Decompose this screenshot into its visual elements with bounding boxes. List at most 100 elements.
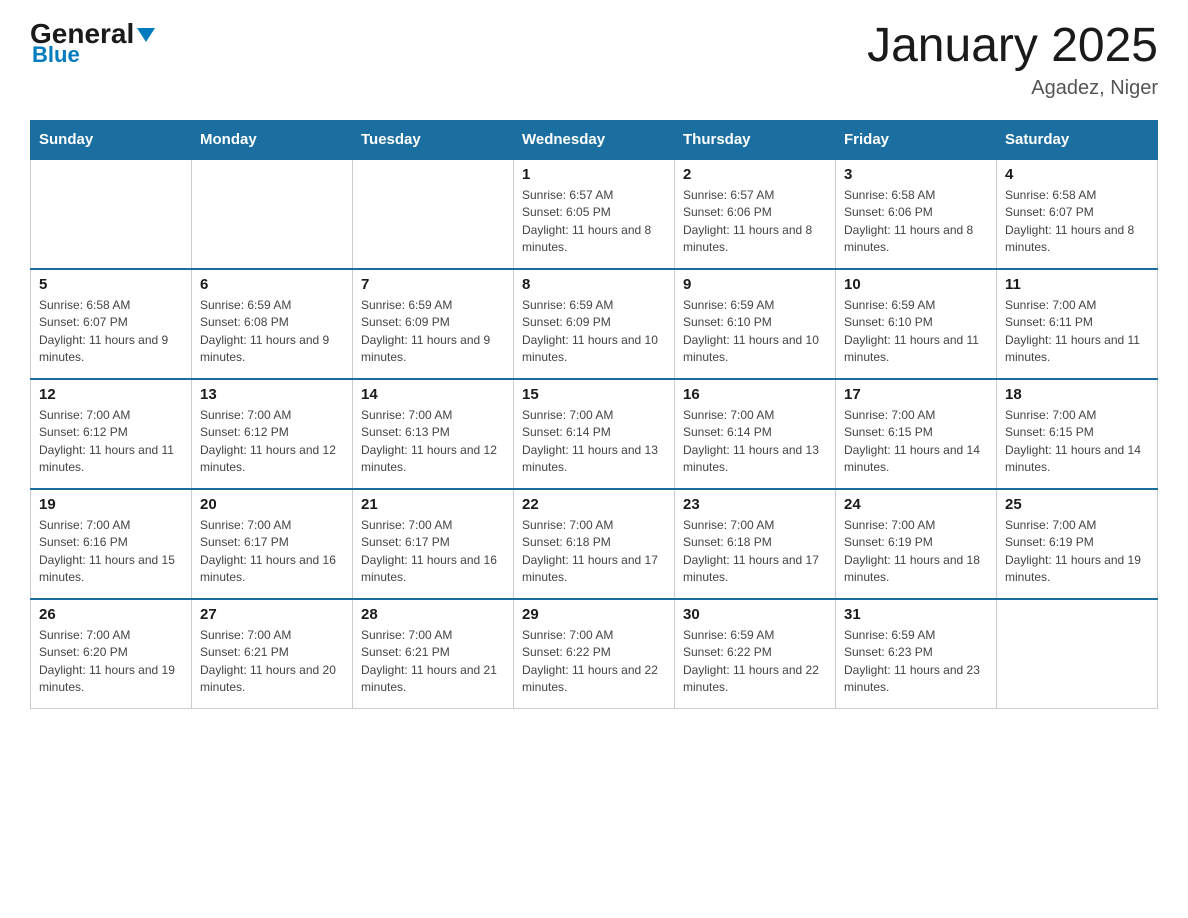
day-cell: 15Sunrise: 7:00 AMSunset: 6:14 PMDayligh… bbox=[514, 379, 675, 489]
day-cell: 6 Sunrise: 6:59 AMSunset: 6:08 PMDaylight… bbox=[192, 269, 353, 379]
day-cell: 25 Sunrise: 7:00 AMSunset: 6:19 PMDayligh… bbox=[997, 489, 1158, 599]
day-cell: 28 Sunrise: 7:00 AMSunset: 6:21 PMDayligh… bbox=[353, 599, 514, 709]
day-info: Sunrise: 7:00 AMSunset: 6:14 PMDaylight:… bbox=[683, 407, 827, 477]
day-info: Sunrise: 7:00 AMSunset: 6:15 PMDaylight:… bbox=[844, 407, 988, 477]
day-number: 26 bbox=[39, 606, 183, 623]
day-info: Sunrise: 7:00 AMSunset: 6:21 PMDaylight:… bbox=[200, 627, 344, 697]
day-cell: 3 Sunrise: 6:58 AMSunset: 6:06 PMDaylight… bbox=[836, 159, 997, 269]
day-info: Sunrise: 7:00 AMSunset: 6:19 PMDaylight:… bbox=[844, 517, 988, 587]
day-cell: 21 Sunrise: 7:00 AMSunset: 6:17 PMDayligh… bbox=[353, 489, 514, 599]
day-info: Sunrise: 6:59 AMSunset: 6:10 PMDaylight:… bbox=[683, 297, 827, 367]
day-number: 1 bbox=[522, 166, 666, 183]
day-cell: 19 Sunrise: 7:00 AMSunset: 6:16 PMDayligh… bbox=[31, 489, 192, 599]
day-number: 21 bbox=[361, 496, 505, 513]
title-block: January 2025 Agadez, Niger bbox=[867, 20, 1158, 100]
weekday-header-row: SundayMondayTuesdayWednesdayThursdayFrid… bbox=[31, 120, 1158, 159]
day-number: 12 bbox=[39, 386, 183, 403]
day-cell: 9 Sunrise: 6:59 AMSunset: 6:10 PMDaylight… bbox=[675, 269, 836, 379]
day-cell bbox=[192, 159, 353, 269]
day-info: Sunrise: 6:59 AMSunset: 6:08 PMDaylight:… bbox=[200, 297, 344, 367]
day-info: Sunrise: 7:00 AMSunset: 6:18 PMDaylight:… bbox=[683, 517, 827, 587]
day-info: Sunrise: 6:59 AMSunset: 6:22 PMDaylight:… bbox=[683, 627, 827, 697]
day-number: 24 bbox=[844, 496, 988, 513]
day-cell: 31 Sunrise: 6:59 AMSunset: 6:23 PMDayligh… bbox=[836, 599, 997, 709]
day-cell: 12 Sunrise: 7:00 AMSunset: 6:12 PMDayligh… bbox=[31, 379, 192, 489]
day-number: 23 bbox=[683, 496, 827, 513]
day-number: 9 bbox=[683, 276, 827, 293]
day-info: Sunrise: 7:00 AMSunset: 6:13 PMDaylight:… bbox=[361, 407, 505, 477]
day-cell: 23 Sunrise: 7:00 AMSunset: 6:18 PMDayligh… bbox=[675, 489, 836, 599]
logo-blue: Blue bbox=[30, 44, 155, 66]
day-info: Sunrise: 6:58 AMSunset: 6:07 PMDaylight:… bbox=[1005, 187, 1149, 257]
day-cell: 29 Sunrise: 7:00 AMSunset: 6:22 PMDayligh… bbox=[514, 599, 675, 709]
day-info: Sunrise: 6:58 AMSunset: 6:06 PMDaylight:… bbox=[844, 187, 988, 257]
day-info: Sunrise: 7:00 AMSunset: 6:17 PMDaylight:… bbox=[200, 517, 344, 587]
day-number: 22 bbox=[522, 496, 666, 513]
day-info: Sunrise: 7:00 AMSunset: 6:21 PMDaylight:… bbox=[361, 627, 505, 697]
day-info: Sunrise: 6:59 AMSunset: 6:23 PMDaylight:… bbox=[844, 627, 988, 697]
weekday-header-thursday: Thursday bbox=[675, 120, 836, 159]
day-info: Sunrise: 6:59 AMSunset: 6:09 PMDaylight:… bbox=[522, 297, 666, 367]
day-info: Sunrise: 7:00 AMSunset: 6:14 PMDaylight:… bbox=[522, 407, 666, 477]
day-number: 20 bbox=[200, 496, 344, 513]
weekday-header-friday: Friday bbox=[836, 120, 997, 159]
day-number: 28 bbox=[361, 606, 505, 623]
day-info: Sunrise: 6:57 AMSunset: 6:05 PMDaylight:… bbox=[522, 187, 666, 257]
week-row-3: 12 Sunrise: 7:00 AMSunset: 6:12 PMDayligh… bbox=[31, 379, 1158, 489]
day-number: 31 bbox=[844, 606, 988, 623]
day-cell: 14 Sunrise: 7:00 AMSunset: 6:13 PMDayligh… bbox=[353, 379, 514, 489]
day-cell: 18Sunrise: 7:00 AMSunset: 6:15 PMDayligh… bbox=[997, 379, 1158, 489]
day-info: Sunrise: 7:00 AMSunset: 6:16 PMDaylight:… bbox=[39, 517, 183, 587]
day-number: 6 bbox=[200, 276, 344, 293]
day-info: Sunrise: 7:00 AMSunset: 6:12 PMDaylight:… bbox=[39, 407, 183, 477]
day-number: 16 bbox=[683, 386, 827, 403]
week-row-1: 1 Sunrise: 6:57 AMSunset: 6:05 PMDaylight… bbox=[31, 159, 1158, 269]
day-info: Sunrise: 7:00 AMSunset: 6:18 PMDaylight:… bbox=[522, 517, 666, 587]
day-info: Sunrise: 6:59 AMSunset: 6:10 PMDaylight:… bbox=[844, 297, 988, 367]
day-number: 8 bbox=[522, 276, 666, 293]
week-row-4: 19 Sunrise: 7:00 AMSunset: 6:16 PMDayligh… bbox=[31, 489, 1158, 599]
day-number: 7 bbox=[361, 276, 505, 293]
day-cell: 27 Sunrise: 7:00 AMSunset: 6:21 PMDayligh… bbox=[192, 599, 353, 709]
day-info: Sunrise: 7:00 AMSunset: 6:19 PMDaylight:… bbox=[1005, 517, 1149, 587]
day-info: Sunrise: 7:00 AMSunset: 6:20 PMDaylight:… bbox=[39, 627, 183, 697]
page-header: General Blue January 2025 Agadez, Niger bbox=[30, 20, 1158, 100]
day-cell: 30 Sunrise: 6:59 AMSunset: 6:22 PMDayligh… bbox=[675, 599, 836, 709]
day-info: Sunrise: 7:00 AMSunset: 6:15 PMDaylight:… bbox=[1005, 407, 1149, 477]
day-info: Sunrise: 7:00 AMSunset: 6:22 PMDaylight:… bbox=[522, 627, 666, 697]
weekday-header-wednesday: Wednesday bbox=[514, 120, 675, 159]
day-info: Sunrise: 6:57 AMSunset: 6:06 PMDaylight:… bbox=[683, 187, 827, 257]
logo-triangle-icon bbox=[137, 28, 155, 42]
day-cell bbox=[353, 159, 514, 269]
day-cell: 26 Sunrise: 7:00 AMSunset: 6:20 PMDayligh… bbox=[31, 599, 192, 709]
day-cell: 16 Sunrise: 7:00 AMSunset: 6:14 PMDayligh… bbox=[675, 379, 836, 489]
day-cell: 2 Sunrise: 6:57 AMSunset: 6:06 PMDaylight… bbox=[675, 159, 836, 269]
day-cell: 22 Sunrise: 7:00 AMSunset: 6:18 PMDayligh… bbox=[514, 489, 675, 599]
day-number: 30 bbox=[683, 606, 827, 623]
day-cell: 13Sunrise: 7:00 AMSunset: 6:12 PMDayligh… bbox=[192, 379, 353, 489]
day-number: 2 bbox=[683, 166, 827, 183]
day-info: Sunrise: 7:00 AMSunset: 6:17 PMDaylight:… bbox=[361, 517, 505, 587]
day-number: 19 bbox=[39, 496, 183, 513]
day-number: 3 bbox=[844, 166, 988, 183]
day-number: 5 bbox=[39, 276, 183, 293]
weekday-header-sunday: Sunday bbox=[31, 120, 192, 159]
day-cell: 4Sunrise: 6:58 AMSunset: 6:07 PMDaylight… bbox=[997, 159, 1158, 269]
day-number: 14 bbox=[361, 386, 505, 403]
day-cell: 24 Sunrise: 7:00 AMSunset: 6:19 PMDayligh… bbox=[836, 489, 997, 599]
day-cell bbox=[31, 159, 192, 269]
day-cell: 10Sunrise: 6:59 AMSunset: 6:10 PMDayligh… bbox=[836, 269, 997, 379]
calendar-title: January 2025 bbox=[867, 20, 1158, 73]
calendar-table: SundayMondayTuesdayWednesdayThursdayFrid… bbox=[30, 120, 1158, 710]
calendar-subtitle: Agadez, Niger bbox=[867, 77, 1158, 100]
day-cell: 8 Sunrise: 6:59 AMSunset: 6:09 PMDaylight… bbox=[514, 269, 675, 379]
day-number: 17 bbox=[844, 386, 988, 403]
day-number: 27 bbox=[200, 606, 344, 623]
day-info: Sunrise: 6:59 AMSunset: 6:09 PMDaylight:… bbox=[361, 297, 505, 367]
weekday-header-monday: Monday bbox=[192, 120, 353, 159]
week-row-5: 26 Sunrise: 7:00 AMSunset: 6:20 PMDayligh… bbox=[31, 599, 1158, 709]
day-number: 11 bbox=[1005, 276, 1149, 293]
day-number: 29 bbox=[522, 606, 666, 623]
day-cell: 7 Sunrise: 6:59 AMSunset: 6:09 PMDaylight… bbox=[353, 269, 514, 379]
day-number: 25 bbox=[1005, 496, 1149, 513]
